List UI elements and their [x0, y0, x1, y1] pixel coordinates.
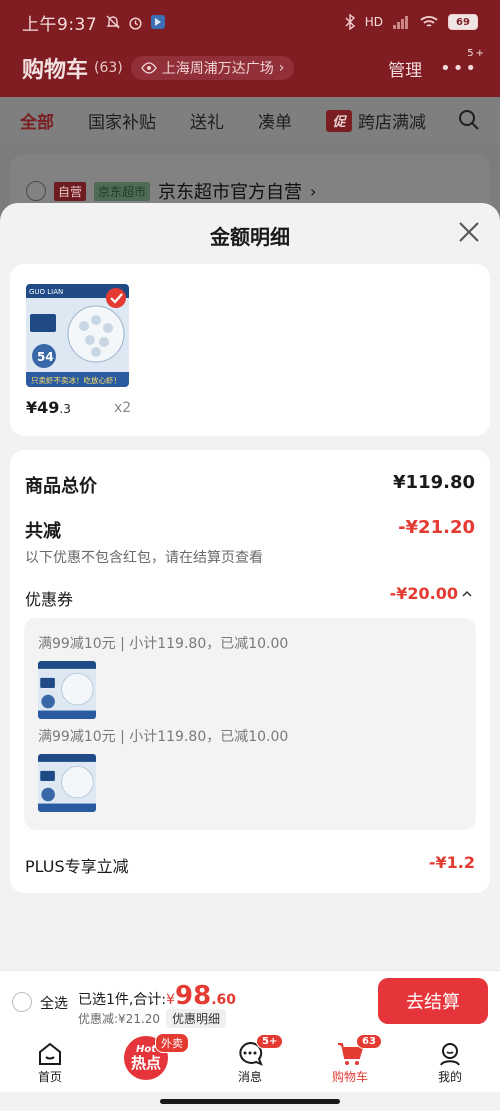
- discount-detail-button[interactable]: 优惠明细: [166, 1009, 227, 1028]
- eye-icon: [141, 62, 157, 74]
- tab-gift[interactable]: 送礼: [190, 108, 224, 133]
- sheet-title: 金额明细: [210, 225, 290, 249]
- amount-breakdown-card: 商品总价 ¥119.80 共减 -¥21.20 以下优惠不包含红包，请在结算页查…: [10, 450, 490, 893]
- checkout-discount: 优惠减:¥21.20 优惠明细: [78, 1009, 227, 1028]
- image-slogan-text: 只卖虾不卖冰！吃放心虾！: [31, 375, 121, 385]
- summary-currency: ¥: [166, 992, 175, 1008]
- cart-count: (63): [94, 60, 123, 76]
- amount-detail-sheet: 金额明细 GUO LIAN 54 只卖虾不卖冰！吃放心虾！ ¥49.3 x2 商…: [0, 203, 500, 970]
- promo-badge: 促: [326, 109, 352, 132]
- total-value: ¥119.80: [393, 472, 475, 493]
- chevron-right-icon: ›: [278, 60, 285, 76]
- bottom-tabbar: 首页 Hot 热点 外卖 5+ 消息 63 购物车 我的: [0, 1032, 500, 1092]
- app-notification-icon: [151, 15, 166, 29]
- checkout-summary: 已选1件,合计: ¥ 98 .60: [78, 983, 236, 1009]
- cart-header: 上午9:37 HD 69 购物车 (63) 上海周浦万达广场 › 管理 ••• …: [0, 0, 500, 97]
- messages-badge: 5+: [256, 1034, 284, 1049]
- product-price: ¥49.3: [26, 398, 71, 417]
- coupon-label: 优惠券: [25, 590, 74, 609]
- shrimp-package-image: [38, 754, 96, 812]
- discount-text: 优惠减:¥21.20: [78, 1012, 161, 1026]
- status-bar: 上午9:37 HD 69: [0, 0, 500, 44]
- home-icon: [39, 1042, 61, 1065]
- signal-icon: [393, 16, 408, 29]
- store-select-radio[interactable]: [26, 181, 46, 201]
- filter-tabs: 全部 国家补贴 送礼 凑单 促 跨店满减: [0, 97, 500, 144]
- more-badge: 5+: [467, 47, 486, 59]
- coupon-line: 满99减10元 | 小计119.80，已减10.00: [38, 729, 289, 745]
- store-row[interactable]: 自营 京东超市 京东超市官方自营 ›: [26, 178, 316, 204]
- cart-badge: 63: [356, 1034, 382, 1049]
- location-label: 上海周浦万达广场: [161, 61, 274, 77]
- tab-cross-store-label: 跨店满减: [358, 113, 426, 133]
- takeaway-badge: 外卖: [155, 1033, 189, 1053]
- reduce-label: 共减: [25, 521, 61, 542]
- total-label: 商品总价: [25, 476, 97, 497]
- product-quantity: x2: [114, 400, 132, 416]
- battery-indicator: 69: [448, 14, 478, 30]
- title-row: 购物车 (63) 上海周浦万达广场 › 管理 ••• 5+: [0, 44, 500, 92]
- checkout-bar: 全选 已选1件,合计: ¥ 98 .60 优惠减:¥21.20 优惠明细 去结算: [0, 970, 500, 1032]
- shrimp-package-image: GUO LIAN 54 只卖虾不卖冰！吃放心虾！: [26, 284, 129, 387]
- coupon-product-image: [38, 661, 96, 719]
- coupon-detail-box: 满99减10元 | 小计119.80，已减10.00 满99减10元 | 小计1…: [24, 618, 476, 830]
- manage-button[interactable]: 管理: [388, 56, 422, 81]
- tab-cross-store[interactable]: 促 跨店满减: [326, 108, 426, 133]
- tabbar-messages[interactable]: 5+ 消息: [200, 1032, 300, 1092]
- mute-bell-icon: [106, 15, 120, 29]
- tabbar-cart-label: 购物车: [331, 1070, 368, 1084]
- chevron-right-icon: ›: [310, 181, 317, 201]
- plus-discount-value: -¥1.2: [428, 853, 475, 872]
- checkout-button[interactable]: 去结算: [378, 978, 488, 1024]
- image-badge-text: 54: [37, 350, 54, 364]
- coupon-line: 满99减10元 | 小计119.80，已减10.00: [38, 636, 289, 652]
- tabbar-cart[interactable]: 63 购物车: [300, 1032, 400, 1092]
- tabbar-messages-label: 消息: [237, 1070, 262, 1084]
- select-all-radio[interactable]: [12, 992, 32, 1012]
- summary-amount: 98: [175, 981, 212, 1011]
- alarm-icon: [129, 17, 142, 30]
- user-icon: [440, 1043, 460, 1066]
- tabbar-hot[interactable]: Hot 热点 外卖: [100, 1032, 200, 1092]
- tabbar-me-label: 我的: [437, 1070, 462, 1084]
- home-indicator: [160, 1099, 340, 1104]
- summary-prefix: 已选1件,合计:: [78, 992, 167, 1008]
- tab-all[interactable]: 全部: [20, 108, 54, 133]
- store-name[interactable]: 京东超市官方自营: [158, 178, 302, 204]
- coupon-product-image: [38, 754, 96, 812]
- bluetooth-icon: [345, 14, 355, 30]
- status-icons: [105, 14, 166, 31]
- tabbar-me[interactable]: 我的: [400, 1032, 500, 1092]
- network-label: HD: [364, 15, 383, 29]
- tab-national-subsidy[interactable]: 国家补贴: [88, 108, 156, 133]
- chevron-up-icon: [462, 590, 472, 597]
- product-image[interactable]: GUO LIAN 54 只卖虾不卖冰！吃放心虾！: [26, 284, 129, 387]
- more-button[interactable]: ••• 5+: [440, 48, 484, 79]
- coupon-toggle[interactable]: -¥20.00: [390, 584, 472, 603]
- shrimp-package-image: [38, 661, 96, 719]
- tabbar-home-label: 首页: [37, 1070, 62, 1084]
- select-all-label[interactable]: 全选: [40, 993, 68, 1013]
- reduce-value: -¥21.20: [398, 517, 475, 538]
- page-title: 购物车: [22, 58, 89, 83]
- more-dots-icon: •••: [440, 57, 478, 79]
- jd-supermarket-tag: 京东超市: [94, 181, 151, 201]
- tabbar-home[interactable]: 首页: [0, 1032, 100, 1092]
- self-operated-tag: 自营: [54, 181, 87, 201]
- image-brand-text: GUO LIAN: [29, 288, 63, 296]
- wifi-icon: [420, 16, 438, 27]
- search-icon[interactable]: [458, 109, 480, 131]
- plus-discount-label: PLUS专享立减: [25, 857, 129, 876]
- reduce-note: 以下优惠不包含红包，请在结算页查看: [25, 550, 263, 566]
- status-time: 上午9:37: [22, 14, 98, 35]
- selected-products-card: GUO LIAN 54 只卖虾不卖冰！吃放心虾！ ¥49.3 x2: [10, 264, 490, 436]
- tab-bundle[interactable]: 凑单: [258, 108, 292, 133]
- location-selector[interactable]: 上海周浦万达广场 ›: [130, 56, 295, 80]
- close-icon[interactable]: [458, 221, 480, 243]
- coupon-value: -¥20.00: [389, 584, 458, 603]
- summary-amount-decimal: .60: [211, 992, 236, 1008]
